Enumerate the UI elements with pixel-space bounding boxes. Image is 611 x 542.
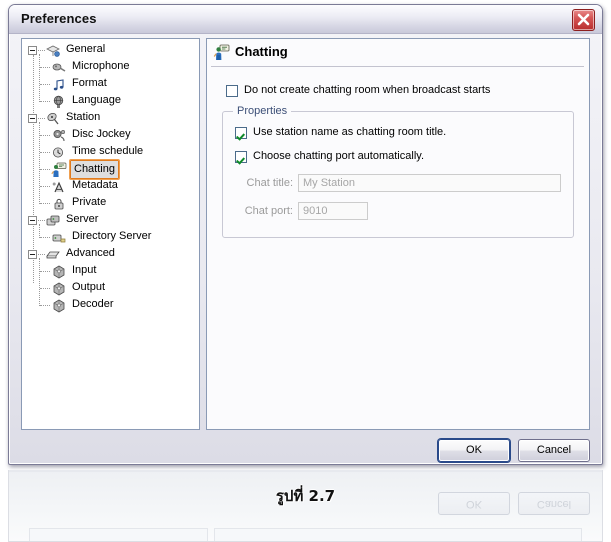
tree-connector [40, 288, 50, 290]
chatting-icon [213, 44, 230, 60]
tree-item-label: Disc Jockey [72, 128, 131, 140]
no-chat-room-checkbox[interactable] [226, 85, 238, 97]
tree-item-time-schedule[interactable]: Time schedule [40, 144, 145, 161]
tree-branch-line [39, 54, 41, 102]
general-icon [45, 43, 61, 59]
chat-port-input[interactable]: 9010 [298, 202, 368, 220]
tree-item-label: Metadata [72, 179, 118, 191]
tree-connector [40, 135, 50, 137]
tree-connector [40, 305, 50, 307]
tree-connector [40, 169, 50, 171]
format-note-icon [51, 77, 67, 93]
ok-button[interactable]: OK [438, 439, 510, 462]
tree-connector [40, 84, 50, 86]
close-icon[interactable] [572, 9, 595, 31]
page-title: Chatting [235, 44, 288, 59]
output-cube-icon [51, 281, 67, 297]
tree-item-label: Microphone [72, 60, 130, 72]
tree-item-label: Advanced [66, 247, 115, 259]
tree-branch-line [39, 122, 41, 204]
tree-branch-line [39, 258, 41, 306]
window-title: Preferences [21, 11, 97, 26]
tree-item-input[interactable]: Input [40, 263, 98, 280]
tree-item-chatting[interactable]: Chatting [40, 159, 120, 180]
microphone-icon [51, 60, 67, 76]
private-lock-icon [51, 196, 67, 212]
tree-item-label: Output [72, 281, 106, 293]
chatting-icon [51, 162, 67, 178]
language-globe-icon [51, 94, 67, 110]
tree-item-decoder[interactable]: Decoder [40, 297, 116, 314]
tree-expander[interactable] [28, 250, 37, 259]
auto-port-checkbox[interactable] [235, 151, 247, 163]
tree-expander[interactable] [28, 114, 37, 123]
metadata-icon [51, 179, 67, 195]
tree-item-label: General [66, 43, 106, 55]
tree-item-label: Time schedule [72, 145, 144, 157]
tree-branch-line [39, 224, 41, 238]
reflection-right-panel [214, 528, 582, 541]
use-station-name-checkbox[interactable] [235, 127, 247, 139]
tree-expander[interactable] [28, 216, 37, 225]
title-bar: Preferences [9, 5, 602, 34]
auto-port-label: Choose chatting port automatically. [253, 150, 424, 162]
tree-connector [40, 101, 50, 103]
cancel-button[interactable]: Cancel [518, 439, 590, 462]
tree-connector [40, 271, 50, 273]
tree-item-label: Directory Server [72, 230, 152, 242]
tree-item-language[interactable]: Language [40, 93, 123, 110]
tree-connector [38, 50, 45, 52]
tree-item-metadata[interactable]: Metadata [40, 178, 120, 195]
disc-jockey-icon [51, 128, 67, 144]
properties-legend: Properties [233, 105, 292, 117]
tree-item-label: Decoder [72, 298, 114, 310]
tree-item-label: Server [66, 213, 99, 225]
chat-title-input[interactable]: My Station [298, 174, 561, 192]
chatting-settings-pane: Chatting Do not create chatting room whe… [206, 38, 590, 430]
pane-header: Chatting [207, 39, 589, 66]
figure-caption: รูปที่ 2.7 [275, 487, 336, 505]
properties-group: Properties Use station name as chatting … [222, 105, 574, 238]
tree-connector [38, 220, 45, 222]
tree-item-microphone[interactable]: Microphone [40, 59, 131, 76]
time-schedule-icon [51, 145, 67, 161]
tree-connector [38, 254, 45, 256]
close-x-glyph [577, 13, 590, 26]
tree-item-advanced[interactable]: Advanced [28, 246, 117, 263]
chat-port-label: Chat port: [244, 205, 293, 217]
advanced-icon [45, 247, 61, 263]
directory-server-icon [51, 230, 67, 246]
settings-tree[interactable]: General Microphone Format Language Station Di… [21, 38, 200, 430]
tree-item-label: Format [72, 77, 107, 89]
tree-item-directory-server[interactable]: Directory Server [40, 229, 153, 246]
tree-connector [40, 186, 50, 188]
tree-item-label: Private [72, 196, 107, 208]
station-antenna-icon [45, 111, 61, 127]
screenshot-root: Preferences General Microphone Format Langu… [0, 0, 611, 542]
use-station-name-label: Use station name as chatting room title. [253, 126, 447, 138]
reflection-tree-panel [29, 528, 208, 541]
tree-item-label: Input [72, 264, 97, 276]
tree-item-format[interactable]: Format [40, 76, 109, 93]
tree-item-label: Station [66, 111, 101, 123]
tree-item-private[interactable]: Private [40, 195, 108, 212]
tree-connector [38, 118, 45, 120]
input-cube-icon [51, 264, 67, 280]
tree-item-output[interactable]: Output [40, 280, 107, 297]
reflection-strip [9, 470, 602, 472]
decoder-cube-icon [51, 298, 67, 314]
dialog-body: General Microphone Format Language Station Di… [9, 33, 602, 464]
no-chat-room-label: Do not create chatting room when broadca… [244, 84, 491, 96]
tree-expander[interactable] [28, 46, 37, 55]
header-divider [211, 66, 584, 67]
tree-connector [40, 237, 50, 239]
tree-connector [40, 67, 50, 69]
server-icon [45, 213, 61, 229]
tree-item-disc-jockey[interactable]: Disc Jockey [40, 127, 133, 144]
tree-connector [40, 152, 50, 154]
chat-title-label: Chat title: [246, 177, 293, 189]
tree-connector [40, 203, 50, 205]
preferences-dialog: Preferences General Microphone Format Langu… [8, 4, 603, 465]
tree-item-label: Language [72, 94, 121, 106]
